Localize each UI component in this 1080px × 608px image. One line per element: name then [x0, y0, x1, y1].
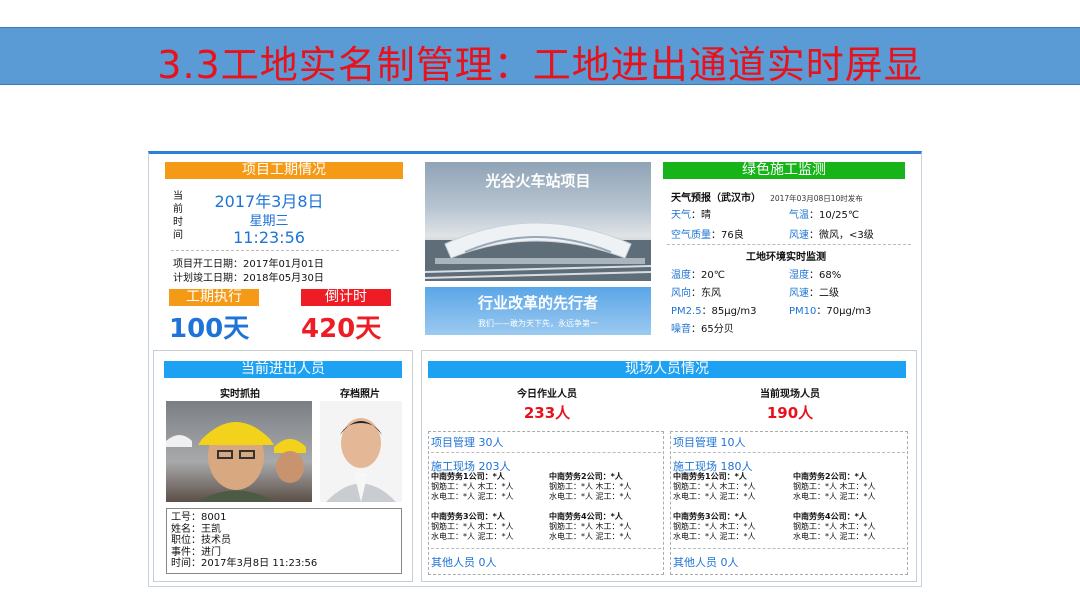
- access-panel: 当前进出人员 实时抓拍 存档照片 工号：8001 姓名：王凯 职位：技术员 事件…: [153, 350, 413, 582]
- event-time: 时间：2017年3月8日 11:23:56: [171, 558, 318, 569]
- current-value: 190人: [766, 404, 814, 422]
- access-header: 当前进出人员: [164, 361, 402, 378]
- dashboard-screen: 项目工期情况 当 前 时 间 2017年3月8日 星期三 11:23:56 项目…: [148, 151, 922, 587]
- current-breakdown: 项目管理 10人 施工现场 180人 中南劳务1公司：*人 钢筋工：*人 木工：*…: [670, 431, 908, 575]
- current-weekday: 星期三: [249, 214, 289, 229]
- slogan-banner: 行业改革的先行者 我们——敢为天下先，永远争第一: [425, 287, 651, 335]
- company-1: 中南劳务1公司：*人 钢筋工：*人 木工：*人 水电工：*人 泥工：*人: [673, 472, 756, 501]
- company-2: 中南劳务2公司：*人 钢筋工：*人 木工：*人 水电工：*人 泥工：*人: [549, 472, 632, 501]
- env-humidity: 湿度：68%: [789, 270, 842, 281]
- air-quality: 空气质量：76良: [671, 230, 744, 241]
- temperature: 气温：10/25℃: [789, 210, 860, 221]
- slide-title: 3.3工地实名制管理：工地进出通道实时屏显: [157, 43, 923, 87]
- employee-name: 姓名：王凯: [171, 523, 221, 535]
- pm10: PM10：70μg/m3: [789, 306, 872, 317]
- wind-forecast: 风速：微风，<3级: [789, 230, 874, 241]
- env-wind-speed: 风速：二级: [789, 288, 839, 299]
- mgmt-count: 项目管理 10人: [673, 436, 746, 449]
- divider: [431, 452, 661, 453]
- others-count: 其他人员 0人: [431, 556, 497, 569]
- company-1: 中南劳务1公司：*人 钢筋工：*人 木工：*人 水电工：*人 泥工：*人: [431, 472, 514, 501]
- date-label: 当 前 时 间: [173, 191, 183, 241]
- schedule-panel: 项目工期情况 当 前 时 间 2017年3月8日 星期三 11:23:56 项目…: [159, 160, 409, 344]
- employee-id: 工号：8001: [171, 512, 227, 523]
- forecast-title: 天气预报（武汉市） 2017年03月08日10时发布: [671, 193, 863, 204]
- env-title: 工地环境实时监测: [746, 252, 826, 263]
- divider: [431, 548, 661, 549]
- site-panel: 现场人员情况 今日作业人员 233人 当前现场人员 190人 项目管理 30人 …: [421, 350, 917, 582]
- divider: [673, 548, 905, 549]
- executed-value: 100天: [169, 314, 250, 344]
- today-label: 今日作业人员: [517, 389, 577, 400]
- live-photo: [166, 401, 312, 502]
- divider: [673, 452, 905, 453]
- countdown-value: 420天: [301, 314, 382, 344]
- archive-label: 存档照片: [340, 389, 380, 400]
- countdown-label: 倒计时: [301, 289, 391, 306]
- mgmt-count: 项目管理 30人: [431, 436, 504, 449]
- slide-title-bar: 3.3工地实名制管理：工地进出通道实时屏显: [0, 27, 1080, 87]
- pm25: PM2.5：85μg/m3: [671, 306, 757, 317]
- divider: [171, 250, 399, 251]
- today-value: 233人: [523, 404, 571, 422]
- green-header: 绿色施工监测: [663, 162, 905, 179]
- live-label: 实时抓拍: [220, 389, 260, 400]
- project-name: 光谷火车站项目: [485, 172, 591, 190]
- others-count: 其他人员 0人: [673, 556, 739, 569]
- company-3: 中南劳务3公司：*人 钢筋工：*人 木工：*人 水电工：*人 泥工：*人: [673, 512, 756, 541]
- site-header: 现场人员情况: [428, 361, 906, 378]
- noise: 噪音：65分贝: [671, 324, 734, 335]
- env-temperature: 温度：20℃: [671, 270, 725, 281]
- today-breakdown: 项目管理 30人 施工现场 203人 中南劳务1公司：*人 钢筋工：*人 木工：*…: [428, 431, 664, 575]
- event-type: 事件：进门: [171, 546, 221, 558]
- current-label: 当前现场人员: [760, 389, 820, 400]
- portrait-illustration: [326, 418, 396, 502]
- company-4: 中南劳务4公司：*人 钢筋工：*人 木工：*人 水电工：*人 泥工：*人: [549, 512, 632, 541]
- green-panel: 绿色施工监测 天气预报（武汉市） 2017年03月08日10时发布 天气：晴 气…: [659, 160, 917, 340]
- project-motto: 我们——敢为天下先，永远争第一: [478, 319, 598, 328]
- company-4: 中南劳务4公司：*人 钢筋工：*人 木工：*人 水电工：*人 泥工：*人: [793, 512, 876, 541]
- env-wind-direction: 风向：东风: [671, 288, 721, 299]
- person-info: 工号：8001 姓名：王凯 职位：技术员 事件：进门 时间：2017年3月8日 …: [166, 508, 402, 574]
- schedule-header: 项目工期情况: [165, 162, 403, 179]
- weather: 天气：晴: [671, 210, 711, 221]
- finish-date: 计划竣工日期：2018年05月30日: [173, 273, 324, 284]
- current-date: 2017年3月8日: [214, 192, 324, 211]
- current-time: 11:23:56: [233, 228, 305, 247]
- employee-position: 职位：技术员: [171, 535, 231, 546]
- company-2: 中南劳务2公司：*人 钢筋工：*人 木工：*人 水电工：*人 泥工：*人: [793, 472, 876, 501]
- executed-label: 工期执行: [169, 289, 259, 306]
- start-date: 项目开工日期：2017年01月01日: [173, 259, 324, 270]
- divider: [667, 244, 911, 245]
- project-slogan: 行业改革的先行者: [477, 294, 598, 312]
- worker-photo-illustration: [166, 422, 306, 502]
- project-image: 光谷火车站项目: [425, 162, 651, 281]
- archive-photo: [320, 401, 402, 502]
- company-3: 中南劳务3公司：*人 钢筋工：*人 木工：*人 水电工：*人 泥工：*人: [431, 512, 514, 541]
